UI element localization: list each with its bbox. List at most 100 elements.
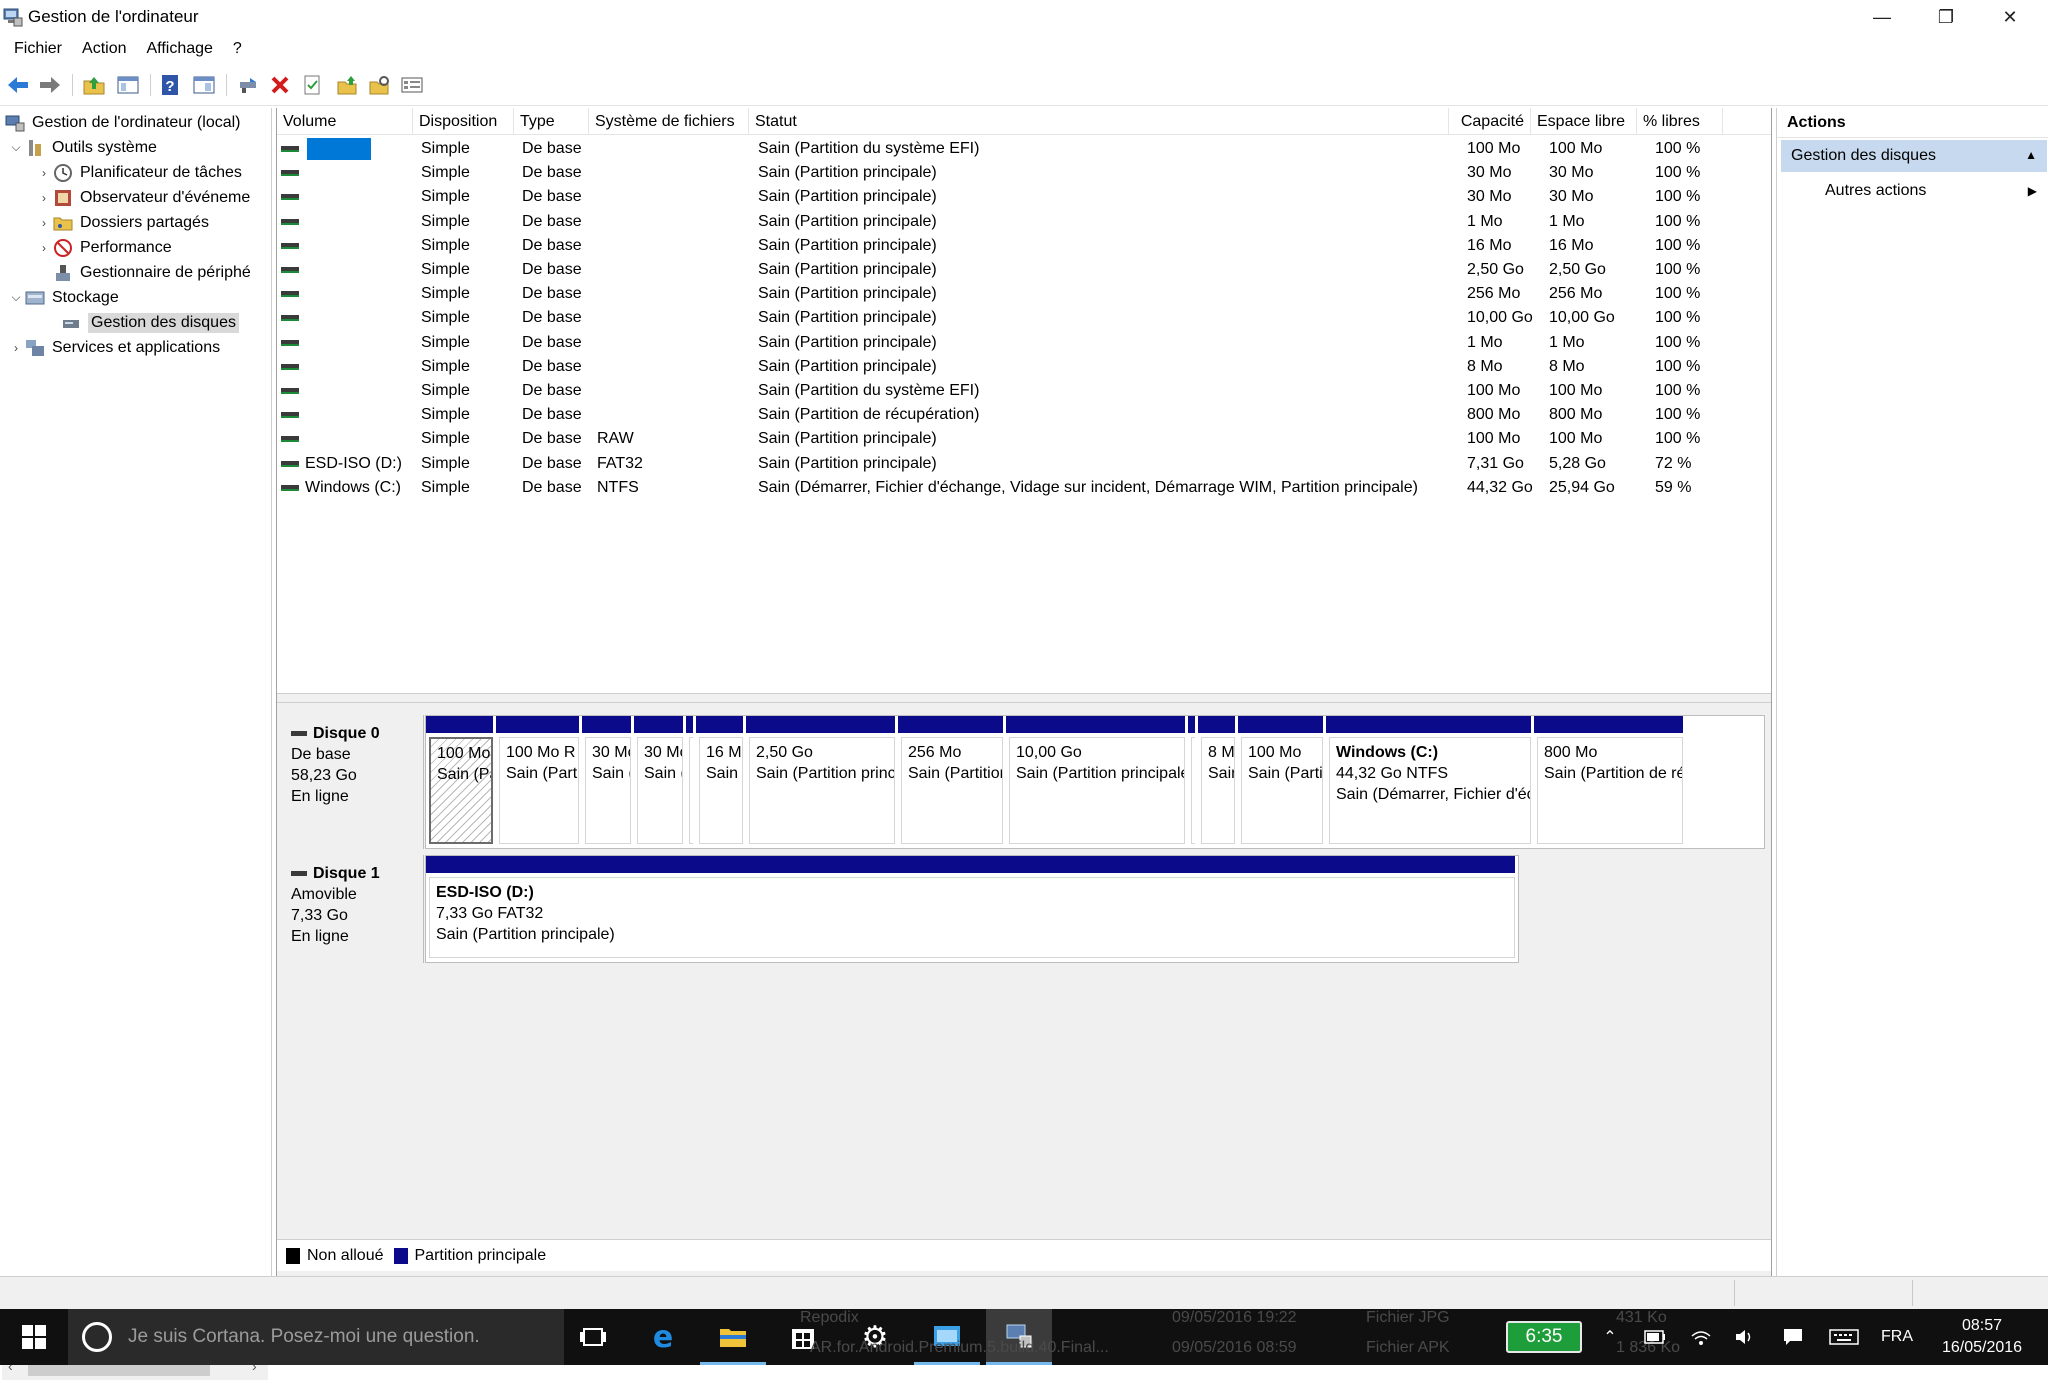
table-row[interactable]: Simple De base Sain (Partition du système … xyxy=(277,137,1771,161)
disk-0-label[interactable]: Disque 0 De base 58,23 Go En ligne xyxy=(279,715,424,849)
menu-fichier[interactable]: Fichier xyxy=(4,40,72,58)
more-actions-item[interactable]: Autres actions ▶ xyxy=(1781,176,2047,206)
volume-icon[interactable] xyxy=(1730,1309,1760,1365)
show-hide-icon[interactable] xyxy=(190,71,218,99)
column-header-type[interactable]: Type xyxy=(514,108,589,135)
column-header-status[interactable]: Statut xyxy=(749,108,1449,135)
console-tree-icon[interactable] xyxy=(114,71,142,99)
actions-section-disk-management[interactable]: Gestion des disques ▲ xyxy=(1781,140,2047,172)
collapse-up-icon[interactable]: ▲ xyxy=(2025,148,2037,162)
chevron-down-icon[interactable]: ⌵ xyxy=(8,290,24,306)
tree-item-shared[interactable]: › Dossiers partagés xyxy=(36,210,209,235)
partition-block[interactable]: 800 Mo Sain (Partition de récupération) xyxy=(1534,716,1686,848)
restore-button[interactable]: ❐ xyxy=(1914,0,1978,34)
tree-item-devices[interactable]: Gestionnaire de périphé xyxy=(52,260,251,285)
column-header-free-space[interactable]: Espace libre xyxy=(1531,108,1637,135)
explorer-taskbar-button[interactable] xyxy=(700,1309,766,1365)
delete-icon[interactable] xyxy=(266,71,294,99)
tree-item-scheduler[interactable]: › Planificateur de tâches xyxy=(36,160,242,185)
notifications-icon[interactable] xyxy=(1778,1309,1808,1365)
partition-block[interactable]: 100 Mo R Sain (Partition principale) xyxy=(496,716,582,848)
chevron-down-icon[interactable]: ⌵ xyxy=(8,140,24,156)
cortana-search-box[interactable]: Je suis Cortana. Posez-moi une question. xyxy=(68,1309,564,1365)
table-row[interactable]: Simple De base RAW Sain (Partition principa… xyxy=(277,427,1771,451)
table-row[interactable]: Simple De base Sain (Partition du système … xyxy=(277,379,1771,403)
table-row[interactable]: ESD-ISO (D:) Simple De base FAT32 Sain (Part… xyxy=(277,452,1771,476)
chevron-right-icon[interactable]: › xyxy=(36,215,52,231)
layout-cell: Simple xyxy=(421,212,470,230)
up-folder-icon[interactable] xyxy=(80,71,108,99)
tree-item-services[interactable]: › Services et applications xyxy=(8,335,220,360)
properties-icon[interactable] xyxy=(398,71,426,99)
column-header-layout[interactable]: Disposition xyxy=(413,108,514,135)
column-header-volume[interactable]: Volume xyxy=(277,108,413,135)
volume-icon xyxy=(281,291,299,298)
edge-taskbar-button[interactable]: e xyxy=(630,1309,696,1365)
chevron-right-icon[interactable]: › xyxy=(8,340,24,356)
tree-item-storage[interactable]: ⌵ Stockage xyxy=(8,285,118,310)
partition-block[interactable]: 256 Mo Sain (Partition principale) xyxy=(898,716,1006,848)
connect-icon[interactable] xyxy=(234,71,262,99)
partition-block[interactable]: 30 Mo Sain (Partition principale) xyxy=(634,716,686,848)
chevron-right-icon[interactable]: › xyxy=(36,165,52,181)
menu-help[interactable]: ? xyxy=(223,40,252,58)
column-header-capacity[interactable]: Capacité xyxy=(1449,108,1531,135)
partition-block[interactable] xyxy=(1188,716,1198,848)
open-folder-icon[interactable] xyxy=(334,71,362,99)
table-row[interactable]: Simple De base Sain (Partition principale)… xyxy=(277,210,1771,234)
tree-item-root[interactable]: Gestion de l'ordinateur (local) xyxy=(4,110,241,135)
column-header-filesystem[interactable]: Système de fichiers xyxy=(589,108,749,135)
tree-item-performance[interactable]: › Performance xyxy=(36,235,172,260)
chevron-right-icon[interactable]: › xyxy=(36,240,52,256)
back-icon[interactable] xyxy=(4,71,32,99)
table-row[interactable]: Simple De base Sain (Partition principale)… xyxy=(277,234,1771,258)
partition-block[interactable]: 30 Mo Sain (Partition principale) xyxy=(582,716,634,848)
partition-block[interactable]: 100 Mo Sain (Partition du système EFI) xyxy=(426,716,496,848)
partition-block[interactable]: 16 M Sain xyxy=(696,716,746,848)
table-row[interactable]: Simple De base Sain (Partition principale)… xyxy=(277,258,1771,282)
table-row[interactable]: Simple De base Sain (Partition de récupéra… xyxy=(277,403,1771,427)
tree-item-events[interactable]: › Observateur d'événeme xyxy=(36,185,250,210)
tree-item-tools[interactable]: ⌵ Outils système xyxy=(8,135,157,160)
wifi-icon[interactable] xyxy=(1686,1309,1716,1365)
table-row[interactable]: Simple De base Sain (Partition principale)… xyxy=(277,161,1771,185)
menu-action[interactable]: Action xyxy=(72,40,136,58)
chevron-right-icon[interactable]: › xyxy=(36,190,52,206)
task-view-button[interactable] xyxy=(560,1309,626,1365)
partition-block[interactable]: 100 Mo Sain (Partition principale) xyxy=(1238,716,1326,848)
menu-affichage[interactable]: Affichage xyxy=(136,40,222,58)
close-button[interactable]: ✕ xyxy=(1978,0,2042,34)
partition-block[interactable]: 8 M Sain xyxy=(1198,716,1238,848)
table-row[interactable]: Windows (C:) Simple De base NTFS Sain (Démar… xyxy=(277,476,1771,500)
partition-block[interactable]: Windows (C:) 44,32 Go NTFS Sain (Démarrer,… xyxy=(1326,716,1534,848)
selected-volume-highlight[interactable] xyxy=(307,138,371,160)
pane-splitter[interactable] xyxy=(277,693,1771,703)
forward-icon[interactable] xyxy=(36,71,64,99)
show-hidden-icons-chevron-icon[interactable]: ⌃ xyxy=(1594,1309,1626,1365)
table-row[interactable]: Simple De base Sain (Partition principale)… xyxy=(277,331,1771,355)
disk-1-label[interactable]: Disque 1 Amovible 7,33 Go En ligne xyxy=(279,855,424,963)
table-row[interactable]: Simple De base Sain (Partition principale)… xyxy=(277,282,1771,306)
minimize-button[interactable]: — xyxy=(1850,0,1914,34)
table-row[interactable]: Simple De base Sain (Partition principale)… xyxy=(277,306,1771,330)
clock[interactable]: 08:57 16/05/2016 xyxy=(1920,1315,2044,1361)
pct-cell: 100 % xyxy=(1655,212,1701,230)
start-button[interactable] xyxy=(0,1309,68,1365)
partition-block[interactable]: 10,00 Go Sain (Partition principale) xyxy=(1006,716,1188,848)
partition-block[interactable] xyxy=(686,716,696,848)
language-indicator[interactable]: FRA xyxy=(1876,1309,1918,1365)
partition-block[interactable]: 2,50 Go Sain (Partition principale) xyxy=(746,716,898,848)
keyboard-icon[interactable] xyxy=(1826,1309,1862,1365)
help-icon[interactable]: ? xyxy=(156,71,184,99)
partition-block[interactable]: ESD-ISO (D:) 7,33 Go FAT32 Sain (Partition… xyxy=(426,856,1518,962)
check-icon[interactable] xyxy=(298,71,326,99)
volume-icon xyxy=(281,315,299,322)
layout-cell: Simple xyxy=(421,261,470,278)
table-row[interactable]: Simple De base Sain (Partition principale)… xyxy=(277,185,1771,209)
search-folder-icon[interactable] xyxy=(366,71,394,99)
tree-item-disk-management[interactable]: Gestion des disques xyxy=(60,310,239,335)
column-header-percent-free[interactable]: % libres xyxy=(1637,108,1723,135)
battery-icon[interactable] xyxy=(1640,1309,1670,1365)
battery-widget[interactable]: 6:35 xyxy=(1506,1321,1582,1353)
table-row[interactable]: Simple De base Sain (Partition principale)… xyxy=(277,355,1771,379)
